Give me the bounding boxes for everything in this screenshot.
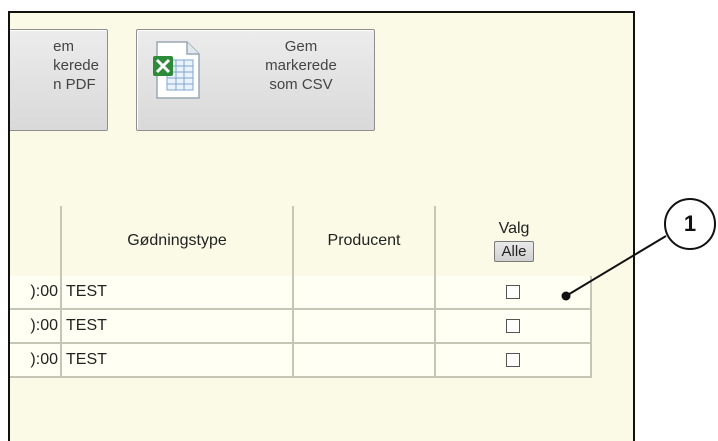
callout-leader bbox=[561, 235, 667, 301]
callout-marker: 1 bbox=[664, 198, 716, 250]
